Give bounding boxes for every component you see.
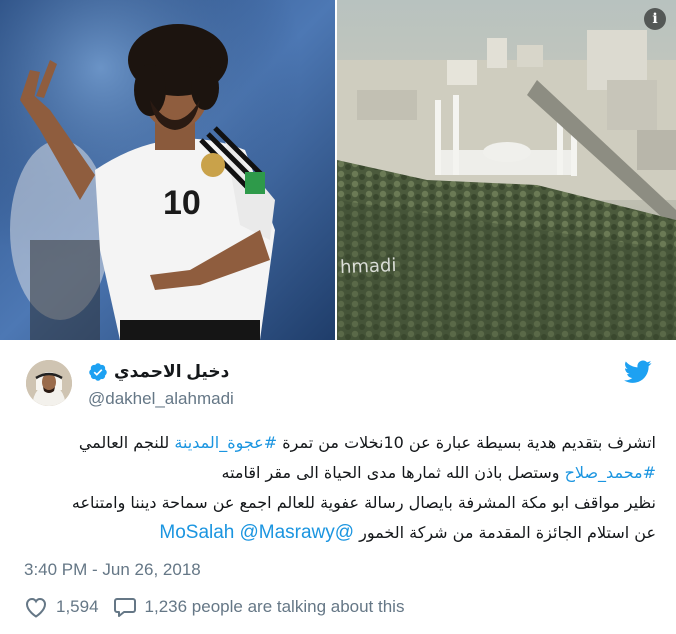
like-action[interactable]: 1,594 — [24, 596, 99, 618]
tweet-text-segment: وستصل باذن الله ثمارها مدى الحياة الى مق… — [221, 463, 565, 482]
tweet-line-1: اتشرف بتقديم هدية بسيطة عبارة عن 10نخلات… — [20, 428, 656, 458]
tweet-text: اتشرف بتقديم هدية بسيطة عبارة عن 10نخلات… — [20, 428, 656, 548]
tweet-text-segment: عن استلام الجائزة المقدمة من شركة الخمور — [359, 523, 656, 542]
tweet-media[interactable]: 10 hmadi i — [0, 0, 676, 340]
reply-action[interactable]: 1,236 people are talking about this — [113, 596, 405, 618]
tweet-text-segment: للنجم العالمي — [78, 433, 175, 452]
info-icon[interactable]: i — [644, 8, 666, 30]
tweet-line-4: عن استلام الجائزة المقدمة من شركة الخمور… — [20, 518, 656, 548]
mention-link[interactable]: @Masrawy — [239, 522, 334, 543]
tweet-line-2: #محمد_صلاح وستصل باذن الله ثمارها مدى ال… — [20, 458, 656, 488]
city-photo[interactable]: hmadi — [337, 0, 676, 340]
player-photo-image: 10 — [0, 0, 335, 340]
author-name-row[interactable]: دخيل الاحمدي — [88, 362, 229, 382]
reply-bubble-icon[interactable] — [113, 596, 137, 618]
reply-count-text: 1,236 people are talking about this — [144, 597, 405, 616]
hashtag-link[interactable]: #محمد_صلاح — [565, 463, 656, 482]
player-photo[interactable]: 10 — [0, 0, 335, 340]
hashtag-link[interactable]: #عجوة_المدينة — [174, 433, 277, 452]
tweet-line-3: نظير مواقف ابو مكة المشرفة بايصال رسالة … — [71, 493, 656, 512]
tweet-text-segment: اتشرف بتقديم هدية بسيطة عبارة عن 10نخلات… — [277, 433, 656, 452]
heart-icon[interactable] — [24, 596, 48, 618]
twitter-bird-icon[interactable] — [624, 360, 652, 384]
tweet-actions: 1,594 1,236 people are talking about thi… — [24, 596, 404, 618]
avatar-image — [26, 360, 72, 406]
photo-watermark: hmadi — [339, 255, 397, 278]
author-handle[interactable]: @dakhel_alahmadi — [88, 389, 234, 409]
avatar[interactable] — [26, 360, 72, 406]
city-photo-image — [337, 0, 676, 340]
jersey-number: 10 — [163, 184, 201, 222]
like-count: 1,594 — [56, 597, 99, 616]
author-display-name[interactable]: دخيل الاحمدي — [114, 362, 229, 382]
tweet-timestamp[interactable]: 3:40 PM - Jun 26, 2018 — [24, 560, 201, 580]
verified-badge-icon — [89, 363, 107, 381]
tweet-header: دخيل الاحمدي @dakhel_alahmadi — [0, 340, 676, 426]
